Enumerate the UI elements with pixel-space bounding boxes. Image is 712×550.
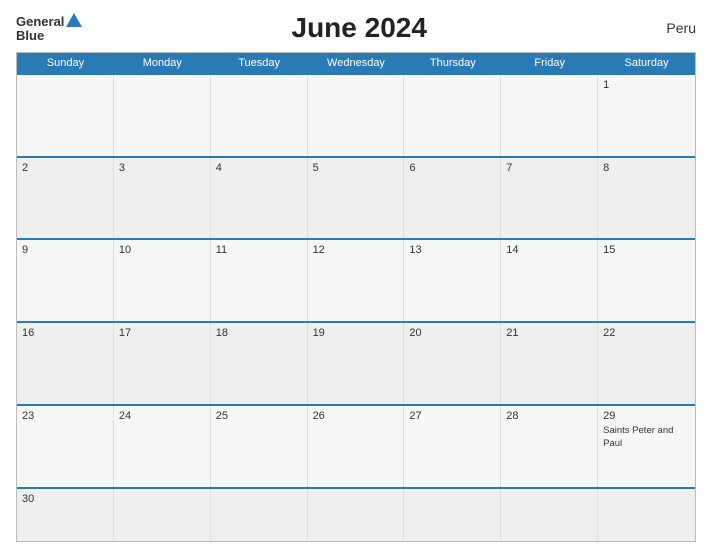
holiday-label: Saints Peter and Paul [603,425,673,449]
day-number: 22 [603,327,690,339]
header: General Blue June 2024 Peru [16,12,696,44]
day-cell: 6 [404,158,501,239]
day-cell [114,75,211,156]
day-number: 10 [119,244,205,256]
day-cell: 2 [17,158,114,239]
day-cell: 19 [308,323,405,404]
day-cell: 16 [17,323,114,404]
day-number: 8 [603,162,690,174]
day-cell [501,489,598,541]
header-sunday: Sunday [17,53,114,73]
day-number: 13 [409,244,495,256]
country-label: Peru [636,20,696,36]
header-friday: Friday [501,53,598,73]
day-cell: 9 [17,240,114,321]
logo-general: General [16,15,64,29]
day-cell: 20 [404,323,501,404]
day-number: 27 [409,410,495,422]
day-headers-row: Sunday Monday Tuesday Wednesday Thursday… [17,53,695,73]
day-number: 16 [22,327,108,339]
day-cell: 23 [17,406,114,487]
day-cell: 15 [598,240,695,321]
day-cell: 13 [404,240,501,321]
week-row-1: 1 [17,73,695,156]
day-cell: 17 [114,323,211,404]
day-number: 9 [22,244,108,256]
header-tuesday: Tuesday [211,53,308,73]
day-cell: 29 Saints Peter and Paul [598,406,695,487]
day-cell: 4 [211,158,308,239]
week-row-5: 23 24 25 26 27 28 29 Saints Peter and Paul [17,404,695,487]
day-number: 5 [313,162,399,174]
day-number: 26 [313,410,399,422]
day-number: 28 [506,410,592,422]
logo-blue: Blue [16,29,44,43]
day-number: 23 [22,410,108,422]
day-number: 11 [216,244,302,256]
week-row-4: 16 17 18 19 20 21 22 [17,321,695,404]
day-number: 15 [603,244,690,256]
day-cell: 5 [308,158,405,239]
day-number: 2 [22,162,108,174]
day-cell: 18 [211,323,308,404]
day-cell: 11 [211,240,308,321]
day-number: 19 [313,327,399,339]
day-number: 24 [119,410,205,422]
day-number: 17 [119,327,205,339]
week-row-3: 9 10 11 12 13 14 15 [17,238,695,321]
day-number: 7 [506,162,592,174]
day-cell [501,75,598,156]
day-number: 30 [22,493,108,505]
week-row-6: 30 [17,487,695,541]
day-cell: 12 [308,240,405,321]
day-cell [308,75,405,156]
day-number: 1 [603,79,690,91]
day-cell: 10 [114,240,211,321]
calendar-page: General Blue June 2024 Peru Sunday Monda… [0,0,712,550]
day-number: 12 [313,244,399,256]
day-cell [598,489,695,541]
day-cell: 7 [501,158,598,239]
day-cell: 21 [501,323,598,404]
day-cell [404,75,501,156]
day-cell: 8 [598,158,695,239]
day-cell [211,75,308,156]
day-cell: 25 [211,406,308,487]
day-number: 18 [216,327,302,339]
day-cell: 22 [598,323,695,404]
day-cell: 24 [114,406,211,487]
day-cell [114,489,211,541]
header-wednesday: Wednesday [308,53,405,73]
day-number: 29 [603,410,690,422]
day-number: 20 [409,327,495,339]
logo-triangle-icon [66,13,82,27]
week-row-2: 2345678 [17,156,695,239]
day-number: 3 [119,162,205,174]
logo: General Blue [16,13,82,43]
day-number: 21 [506,327,592,339]
day-cell: 14 [501,240,598,321]
day-cell [404,489,501,541]
day-cell: 1 [598,75,695,156]
day-cell: 26 [308,406,405,487]
day-cell: 28 [501,406,598,487]
day-cell [17,75,114,156]
day-number: 4 [216,162,302,174]
header-saturday: Saturday [598,53,695,73]
day-cell [211,489,308,541]
day-cell: 3 [114,158,211,239]
calendar-title: June 2024 [82,12,636,44]
day-number: 25 [216,410,302,422]
header-thursday: Thursday [404,53,501,73]
calendar-grid: Sunday Monday Tuesday Wednesday Thursday… [16,52,696,542]
day-cell: 30 [17,489,114,541]
day-cell: 27 [404,406,501,487]
header-monday: Monday [114,53,211,73]
day-cell [308,489,405,541]
day-number: 14 [506,244,592,256]
day-number: 6 [409,162,495,174]
